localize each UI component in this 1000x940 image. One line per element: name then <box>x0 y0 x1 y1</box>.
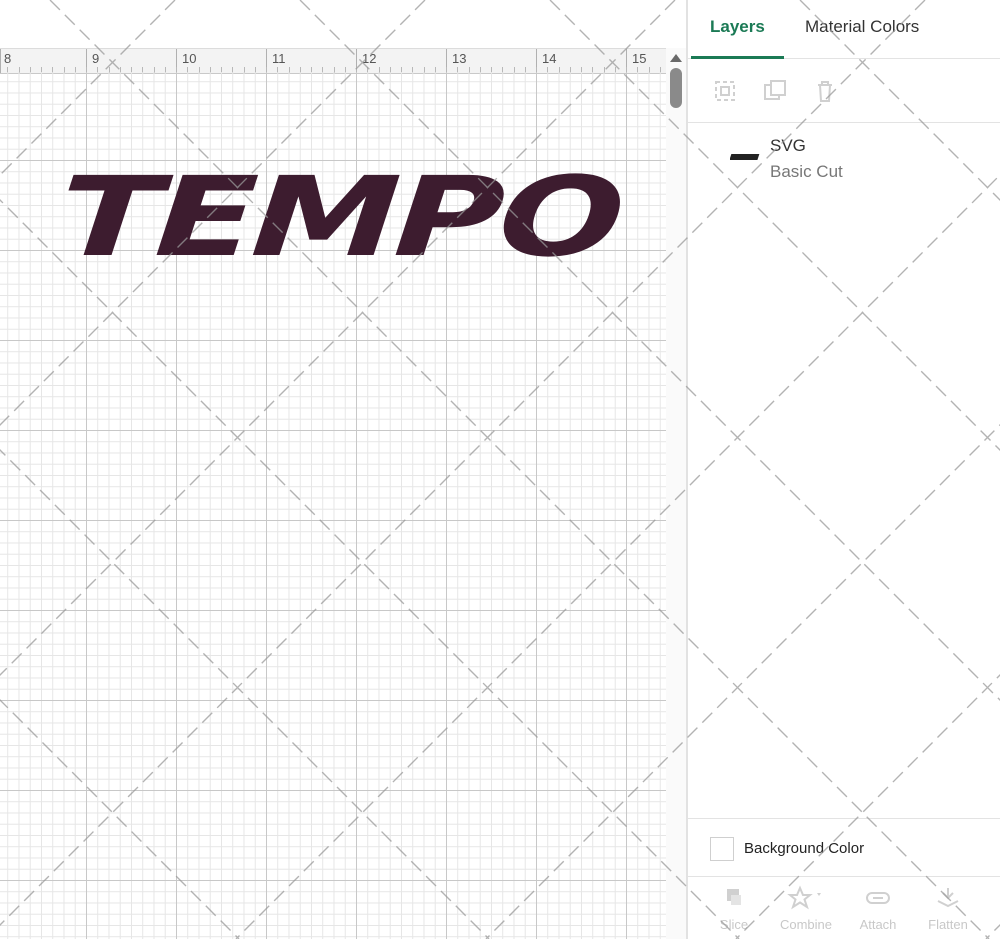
design-canvas[interactable]: 8 9 10 11 12 13 14 15 TEMPO <box>0 0 688 939</box>
combine-label: Combine <box>779 917 833 932</box>
ruler-label: 14 <box>542 51 557 66</box>
active-tab-indicator <box>691 56 784 59</box>
ruler-label: 15 <box>632 51 647 66</box>
attach-label: Attach <box>859 917 897 932</box>
ruler-label: 13 <box>452 51 467 66</box>
layer-actions-bar: Slice Combine Attach Flatten <box>688 876 1000 940</box>
layer-toolbar <box>688 60 1000 123</box>
vertical-scrollbar[interactable] <box>666 48 686 939</box>
flatten-label: Flatten <box>928 917 968 932</box>
layer-item[interactable]: SVG Basic Cut <box>688 124 1000 194</box>
duplicate-icon[interactable] <box>760 76 790 106</box>
layers-panel: Layers Material Colors SVG Basic Cut Bac… <box>688 0 1000 939</box>
ruler-label: 10 <box>182 51 197 66</box>
slice-button[interactable]: Slice <box>704 885 764 932</box>
scroll-thumb[interactable] <box>670 68 682 108</box>
ruler-label: 8 <box>4 51 12 66</box>
tab-layers[interactable]: Layers <box>710 17 765 37</box>
background-color-label: Background Color <box>744 840 865 857</box>
layer-name: SVG <box>770 136 806 155</box>
ruler-label: 9 <box>92 51 100 66</box>
combine-icon <box>787 885 821 910</box>
slice-icon <box>727 889 741 905</box>
horizontal-ruler: 8 9 10 11 12 13 14 15 <box>0 48 666 74</box>
tempo-logo-design[interactable]: TEMPO <box>40 165 630 263</box>
ruler-label: 12 <box>362 51 377 66</box>
design-text: TEMPO <box>40 165 630 263</box>
attach-button[interactable]: Attach <box>848 885 908 932</box>
background-color-swatch[interactable] <box>710 837 734 861</box>
layer-thumbnail <box>730 154 760 160</box>
slice-label: Slice <box>719 917 749 932</box>
tab-material-colors[interactable]: Material Colors <box>805 17 919 37</box>
panel-tabs: Layers Material Colors <box>688 0 1000 59</box>
attach-icon <box>866 892 890 904</box>
ruler-tick <box>0 49 1 73</box>
combine-button[interactable]: Combine <box>776 885 836 932</box>
layer-type[interactable]: Basic Cut <box>770 162 843 182</box>
delete-icon[interactable] <box>810 76 840 106</box>
background-color-row[interactable]: Background Color <box>688 818 1000 877</box>
flatten-button[interactable]: Flatten <box>918 885 978 932</box>
ruler-label: 11 <box>272 51 286 66</box>
scroll-up-icon[interactable] <box>670 54 682 62</box>
flatten-icon <box>937 888 959 908</box>
group-icon[interactable] <box>710 76 740 106</box>
